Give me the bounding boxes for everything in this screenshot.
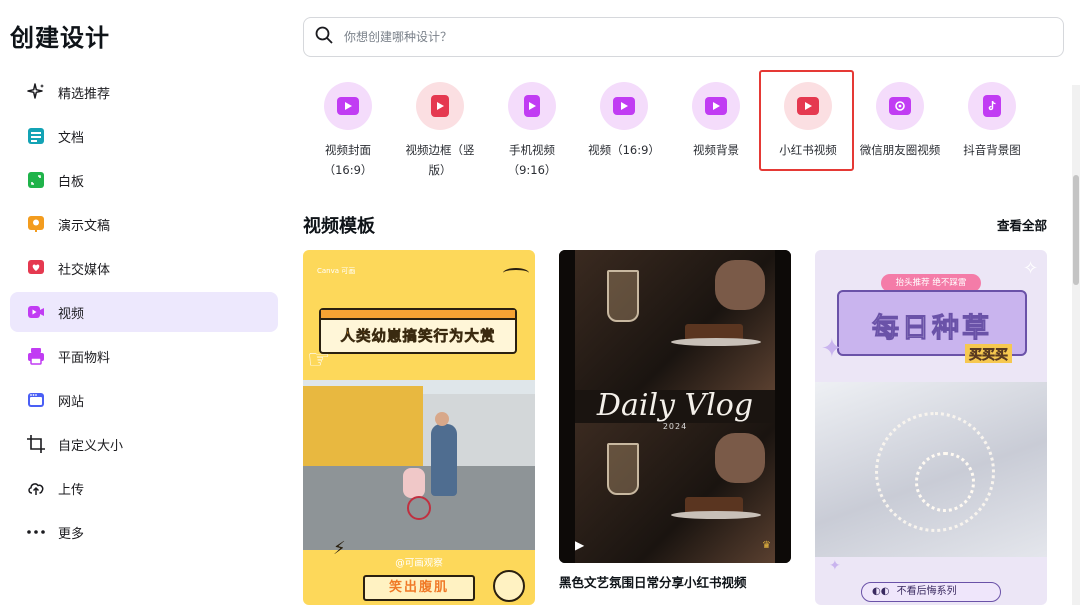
print-icon bbox=[26, 346, 46, 366]
brand-label: Canva 可画 bbox=[317, 267, 356, 275]
music-icon: ◐◐ bbox=[872, 586, 890, 597]
sidebar-item-social[interactable]: 社交媒体 bbox=[10, 248, 278, 288]
sidebar: 创建设计 精选推荐 文档 白板 演示文稿 社交媒体 视频 平面物料 网站 自定义… bbox=[0, 0, 290, 605]
sidebar-item-label: 白板 bbox=[58, 174, 85, 190]
play-icon: ▶ bbox=[575, 538, 585, 552]
sidebar-item-label: 网站 bbox=[58, 394, 85, 410]
template-photo bbox=[815, 382, 1047, 557]
category-label: 手机视频（9:16） bbox=[507, 143, 557, 177]
video-icon bbox=[600, 82, 648, 130]
sidebar-item-doc[interactable]: 文档 bbox=[10, 116, 278, 156]
template-headline: 每日种草 bbox=[872, 313, 992, 345]
template-handle: @可画观察 bbox=[395, 558, 443, 569]
sidebar-item-more[interactable]: 更多 bbox=[10, 512, 278, 552]
category-xiaohongshu-video[interactable]: 小红书视频 bbox=[765, 82, 851, 160]
douyin-icon bbox=[968, 82, 1016, 130]
template-card-daily-pick[interactable]: 抬头推荐 绝不踩雷 每日种草 买买买 ✦ ✧ ✦ ◐◐ 不看后悔系列 bbox=[815, 250, 1047, 605]
more-icon bbox=[26, 522, 46, 542]
sidebar-item-label: 更多 bbox=[58, 526, 85, 542]
category-video-bg[interactable]: 视频背景 bbox=[673, 82, 759, 160]
hand-pointer-icon: ☞ bbox=[307, 345, 331, 375]
template-script-title: Daily Vlog bbox=[596, 388, 754, 423]
heart-icon bbox=[26, 258, 46, 278]
template-headline: 人类幼崽搞笑行为大赏 bbox=[340, 329, 496, 346]
search-bar[interactable] bbox=[303, 17, 1064, 57]
sidebar-item-featured[interactable]: 精选推荐 bbox=[10, 72, 278, 112]
sidebar-item-label: 平面物料 bbox=[58, 350, 111, 366]
sidebar-item-label: 自定义大小 bbox=[58, 438, 124, 454]
sidebar-item-presentation[interactable]: 演示文稿 bbox=[10, 204, 278, 244]
phone-video-icon bbox=[508, 82, 556, 130]
crop-icon bbox=[26, 434, 46, 454]
template-card-kids[interactable]: Canva 可画 人类幼崽搞笑行为大赏 ☞ ⚡ @可画观察 笑出腹肌 bbox=[303, 250, 535, 605]
create-design-page: 创建设计 精选推荐 文档 白板 演示文稿 社交媒体 视频 平面物料 网站 自定义… bbox=[0, 0, 1080, 605]
category-video-cover[interactable]: 视频封面（16:9） bbox=[305, 82, 391, 180]
template-card-daily-vlog[interactable]: Daily Vlog 2024 ▶ ♛ bbox=[559, 250, 791, 563]
footer-pill: ◐◐ 不看后悔系列 bbox=[861, 582, 1001, 602]
sticker-circle bbox=[493, 570, 525, 602]
category-label: 抖音背景图 bbox=[963, 143, 1021, 157]
sidebar-item-label: 精选推荐 bbox=[58, 86, 111, 102]
sparkle-decoration: ✧ bbox=[1023, 258, 1039, 279]
crown-icon: ♛ bbox=[762, 540, 771, 551]
sidebar-item-label: 视频 bbox=[58, 306, 85, 322]
sidebar-item-print[interactable]: 平面物料 bbox=[10, 336, 278, 376]
video-bg-icon bbox=[692, 82, 740, 130]
video-icon bbox=[26, 302, 46, 322]
presentation-icon bbox=[26, 214, 46, 234]
category-row: 视频封面（16:9） 视频边框（竖版） 手机视频（9:16） 视频（16:9） … bbox=[303, 80, 1063, 180]
category-video-frame[interactable]: 视频边框（竖版） bbox=[397, 82, 483, 180]
sidebar-item-website[interactable]: 网站 bbox=[10, 380, 278, 420]
category-phone-video[interactable]: 手机视频（9:16） bbox=[489, 82, 575, 180]
cloud-upload-icon bbox=[26, 478, 46, 498]
category-video-16-9[interactable]: 视频（16:9） bbox=[581, 82, 667, 160]
category-label: 视频背景 bbox=[693, 143, 739, 157]
category-wechat-moments[interactable]: 微信朋友圈视频 bbox=[857, 82, 943, 160]
section-title: 视频模板 bbox=[303, 216, 375, 237]
whiteboard-icon bbox=[26, 170, 46, 190]
calendar-banner: 人类幼崽搞笑行为大赏 bbox=[319, 308, 517, 354]
scrollbar[interactable] bbox=[1072, 85, 1080, 605]
search-icon bbox=[314, 25, 334, 49]
sidebar-item-whiteboard[interactable]: 白板 bbox=[10, 160, 278, 200]
website-icon bbox=[26, 390, 46, 410]
sparkle-icon bbox=[26, 82, 46, 102]
template-photo-bottom bbox=[575, 423, 775, 563]
page-title: 创建设计 bbox=[10, 24, 110, 52]
template-year: 2024 bbox=[662, 422, 688, 431]
category-label: 视频边框（竖版） bbox=[405, 143, 475, 177]
sidebar-item-upload[interactable]: 上传 bbox=[10, 468, 278, 508]
category-label: 微信朋友圈视频 bbox=[859, 143, 941, 157]
scrollbar-thumb[interactable] bbox=[1073, 175, 1079, 285]
category-douyin-bg[interactable]: 抖音背景图 bbox=[949, 82, 1035, 160]
decoration-squiggle bbox=[503, 268, 529, 278]
category-label: 视频封面（16:9） bbox=[323, 143, 373, 177]
template-footer: 不看后悔系列 bbox=[896, 586, 957, 597]
video-cover-icon bbox=[324, 82, 372, 130]
template-photo-top bbox=[575, 250, 775, 390]
xiaohongshu-video-icon bbox=[784, 82, 832, 130]
doc-icon bbox=[26, 126, 46, 146]
search-input[interactable] bbox=[344, 30, 944, 44]
category-label: 视频（16:9） bbox=[588, 143, 660, 157]
star-decoration: ✦ bbox=[829, 558, 841, 574]
sidebar-item-label: 社交媒体 bbox=[58, 262, 111, 278]
wechat-moments-icon bbox=[876, 82, 924, 130]
sidebar-item-label: 文档 bbox=[58, 130, 85, 146]
category-label: 小红书视频 bbox=[779, 143, 837, 157]
template-sub: 买买买 bbox=[965, 344, 1013, 363]
sidebar-nav: 精选推荐 文档 白板 演示文稿 社交媒体 视频 平面物料 网站 自定义大小 上传… bbox=[10, 72, 278, 556]
sidebar-item-video[interactable]: 视频 bbox=[10, 292, 278, 332]
sidebar-item-custom-size[interactable]: 自定义大小 bbox=[10, 424, 278, 464]
sidebar-item-label: 上传 bbox=[58, 482, 85, 498]
template-caption[interactable]: 黑色文艺氛围日常分享小红书视频 bbox=[559, 572, 747, 591]
template-cta: 笑出腹肌 bbox=[363, 575, 475, 601]
sidebar-item-label: 演示文稿 bbox=[58, 218, 111, 234]
star-decoration: ✦ bbox=[821, 334, 843, 364]
video-frame-icon bbox=[416, 82, 464, 130]
see-all-link[interactable]: 查看全部 bbox=[997, 215, 1047, 234]
template-photo bbox=[303, 380, 535, 550]
